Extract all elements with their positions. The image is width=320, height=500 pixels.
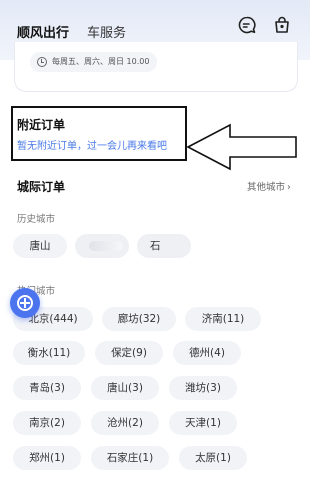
tab-car-service[interactable]: 车服务 — [87, 26, 126, 42]
hot-city-chip[interactable]: 德州(4) — [173, 341, 241, 365]
other-city-link[interactable]: 其他城市 › — [247, 179, 291, 193]
redaction-blur — [89, 241, 123, 251]
history-city-chip-partial[interactable]: 石 — [137, 234, 191, 258]
clock-icon — [37, 57, 47, 67]
hot-city-chip[interactable]: 衡水(11) — [13, 341, 85, 365]
history-cities-label: 历史城市 — [17, 214, 56, 225]
plus-icon — [17, 295, 33, 311]
hot-city-chip[interactable]: 太原(1) — [179, 446, 247, 470]
tab-ride-share[interactable]: 顺风出行 — [17, 26, 69, 42]
message-icon[interactable] — [236, 14, 258, 36]
nearby-orders-empty-text: 暂无附近订单，过一会儿再来看吧 — [17, 141, 167, 152]
hot-city-chip[interactable]: 青岛(3) — [13, 376, 81, 400]
hot-city-chip[interactable]: 沧州(2) — [91, 411, 159, 435]
hot-city-chip[interactable]: 天津(1) — [169, 411, 237, 435]
nearby-orders-title: 附近订单 — [17, 118, 66, 132]
hot-city-chip[interactable]: 廊坊(32) — [102, 307, 176, 331]
hot-city-chip[interactable]: 济南(11) — [185, 307, 261, 331]
hot-city-chip[interactable]: 唐山(3) — [91, 376, 159, 400]
bag-icon[interactable] — [271, 14, 293, 36]
chevron-right-icon: › — [287, 182, 291, 193]
history-city-chip[interactable]: 唐山 — [13, 234, 67, 258]
hot-city-chip[interactable]: 石家庄(1) — [91, 446, 169, 470]
schedule-text: 每周五、周六、周日 10.00 — [52, 57, 150, 66]
intercity-orders-title: 城际订单 — [17, 180, 66, 194]
history-city-partial-text: 石 — [150, 240, 161, 252]
nearby-orders-highlight-box — [11, 106, 187, 161]
other-city-label: 其他城市 — [247, 182, 286, 193]
floating-add-button[interactable] — [10, 288, 40, 318]
history-city-chip-redacted[interactable] — [75, 234, 129, 258]
hot-city-chip[interactable]: 郑州(1) — [13, 446, 81, 470]
pointer-arrow-icon — [186, 123, 298, 171]
hot-city-chip[interactable]: 保定(9) — [95, 341, 163, 365]
schedule-pill: 每周五、周六、周日 10.00 — [30, 52, 158, 72]
hot-city-chip[interactable]: 南京(2) — [13, 411, 81, 435]
hot-city-chip[interactable]: 潍坊(3) — [169, 376, 237, 400]
